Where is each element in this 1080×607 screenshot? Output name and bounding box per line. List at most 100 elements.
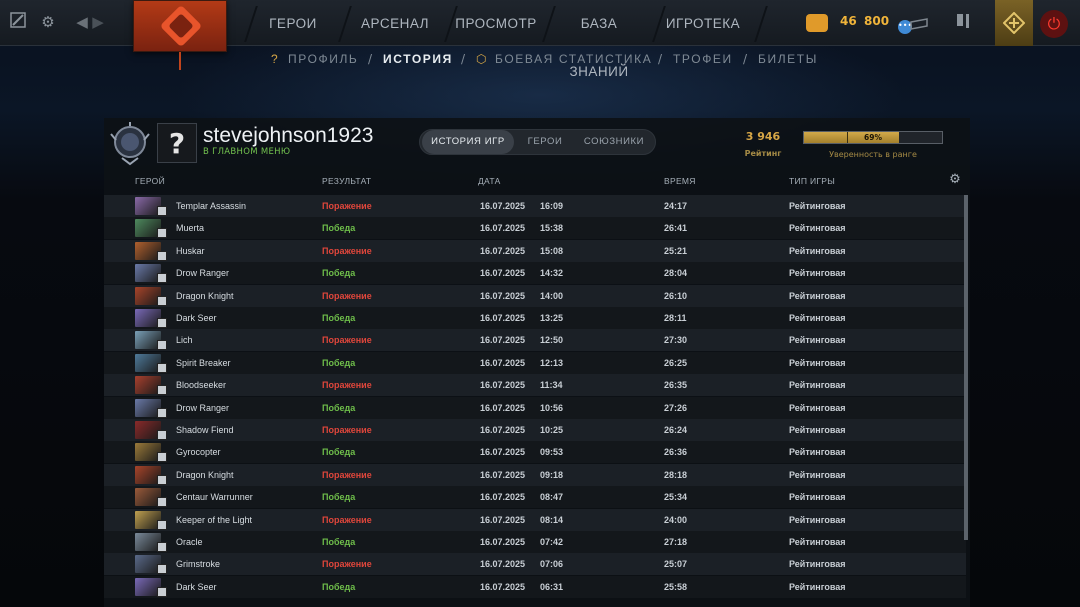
table-settings-gear-icon[interactable]: ⚙ xyxy=(948,173,962,187)
plus-subscription-icon[interactable] xyxy=(995,0,1033,46)
hero-name: Drow Ranger xyxy=(176,268,230,279)
tab-match-history[interactable]: ИСТОРИЯ ИГР xyxy=(422,130,514,154)
match-result: Поражение xyxy=(322,559,372,570)
trophy-icon[interactable] xyxy=(952,12,976,32)
nav-arcade[interactable]: ИГРОТЕКА xyxy=(662,0,744,46)
column-header-game-mode[interactable]: ТИП ИГРЫ xyxy=(789,176,835,186)
tab-heroes[interactable]: ГЕРОИ xyxy=(518,130,572,154)
settings-gear-icon[interactable]: ⚙ xyxy=(38,12,58,32)
game-mode: Рейтинговая xyxy=(789,223,846,234)
column-header-duration[interactable]: ВРЕМЯ xyxy=(664,176,696,186)
hero-name: Keeper of the Light xyxy=(176,514,253,525)
subnav-separator: / xyxy=(461,52,466,66)
scrollbar-thumb[interactable] xyxy=(964,195,968,540)
table-row[interactable]: Gyrocopter Победа 16.07.2025 09:53 26:36 Рейт… xyxy=(104,441,966,464)
game-mode: Рейтинговая xyxy=(789,492,846,503)
avatar[interactable]: ? xyxy=(157,123,197,163)
nav-watch[interactable]: ПРОСМОТР xyxy=(454,0,538,46)
match-date: 16.07.2025 xyxy=(480,223,526,234)
table-row[interactable]: Shadow Fiend Поражение 16.07.2025 10:25 26:2… xyxy=(104,419,966,441)
subnav-combat-stats[interactable]: БОЕВАЯ СТАТИСТИКА xyxy=(495,52,652,70)
currency-primary: 46 xyxy=(840,14,857,28)
game-mode: Рейтинговая xyxy=(789,335,846,346)
match-date: 16.07.2025 xyxy=(480,357,526,368)
game-mode: Рейтинговая xyxy=(789,290,846,301)
hero-role-icon xyxy=(157,295,167,306)
power-icon[interactable]: ⏻ xyxy=(1040,10,1068,38)
table-row[interactable]: Bloodseeker Поражение 16.07.2025 11:34 26:35… xyxy=(104,374,966,397)
match-duration: 26:41 xyxy=(664,223,688,234)
column-header-hero[interactable]: ГЕРОЙ xyxy=(135,176,165,186)
game-mode: Рейтинговая xyxy=(789,380,846,391)
username: stevejohnson1923 xyxy=(203,124,374,147)
hero-name: Gyrocopter xyxy=(176,447,221,458)
hero-role-icon xyxy=(157,385,167,396)
match-result: Победа xyxy=(322,313,356,323)
match-date: 16.07.2025 xyxy=(480,537,526,547)
column-header-date[interactable]: ДАТА xyxy=(478,176,501,186)
chat-icon[interactable]: ••• xyxy=(898,18,928,34)
match-start-time: 12:50 xyxy=(540,335,564,346)
currency-secondary: 800 xyxy=(864,14,890,28)
table-row[interactable]: Muerta Победа 16.07.2025 15:38 26:41 Рейтинго… xyxy=(104,217,966,240)
subnav-separator: / xyxy=(743,52,748,66)
dota-shortcut-icon[interactable] xyxy=(8,12,28,32)
tab-allies[interactable]: СОЮЗНИКИ xyxy=(576,130,652,154)
table-row[interactable]: Dragon Knight Поражение 16.07.2025 14:00 26:… xyxy=(104,284,966,307)
table-row[interactable]: Oracle Победа 16.07.2025 07:42 27:18 Рейтинго… xyxy=(104,531,966,553)
nav-armory[interactable]: АРСЕНАЛ xyxy=(350,0,440,46)
match-result: Победа xyxy=(322,492,356,503)
match-result: Победа xyxy=(322,447,356,458)
table-row[interactable]: Dark Seer Победа 16.07.2025 06:31 25:58 Рейти… xyxy=(104,575,966,598)
hero-role-icon xyxy=(157,452,167,463)
shards-icon xyxy=(806,14,828,32)
match-duration: 26:10 xyxy=(664,290,688,301)
scrollbar[interactable] xyxy=(964,195,968,540)
table-row[interactable]: Huskar Поражение 16.07.2025 15:08 25:21 Рейти… xyxy=(104,239,966,262)
rating-label: Рейтинг xyxy=(744,149,782,158)
combat-stats-icon: ⬡ xyxy=(476,52,489,66)
match-start-time: 16:09 xyxy=(540,201,564,211)
table-row[interactable]: Dragon Knight Поражение 16.07.2025 09:18 28:… xyxy=(104,463,966,486)
subnav-profile[interactable]: ПРОФИЛЬ xyxy=(288,52,358,70)
hero-role-icon xyxy=(157,474,167,485)
table-row[interactable]: Drow Ranger Победа 16.07.2025 14:32 28:04 Рей… xyxy=(104,262,966,285)
hero-name: Muerta xyxy=(176,223,205,234)
match-result: Поражение xyxy=(322,290,372,301)
match-duration: 24:17 xyxy=(664,201,688,211)
match-start-time: 14:32 xyxy=(540,268,564,279)
table-row[interactable]: Centaur Warrunner Победа 16.07.2025 08:47 25… xyxy=(104,486,966,509)
subnav-trophies[interactable]: ТРОФЕИ xyxy=(673,52,733,70)
table-row[interactable]: Grimstroke Поражение 16.07.2025 07:06 25:07 Р… xyxy=(104,553,966,576)
match-duration: 28:18 xyxy=(664,469,688,480)
hero-name: Dragon Knight xyxy=(176,469,234,480)
hero-name: Lich xyxy=(176,335,193,346)
dota-logo[interactable] xyxy=(133,0,227,52)
subnav-history[interactable]: ИСТОРИЯ xyxy=(383,52,453,70)
hero-name: Bloodseeker xyxy=(176,380,227,391)
match-duration: 25:34 xyxy=(664,492,688,503)
hero-name: Shadow Fiend xyxy=(176,425,234,435)
match-date: 16.07.2025 xyxy=(480,447,526,458)
match-duration: 27:26 xyxy=(664,402,688,413)
game-mode: Рейтинговая xyxy=(789,268,846,279)
player-status: В ГЛАВНОМ МЕНЮ xyxy=(203,147,291,157)
match-duration: 25:07 xyxy=(664,559,688,570)
forward-arrow-icon[interactable]: ▶ xyxy=(88,12,108,32)
table-row[interactable]: Templar Assassin Поражение 16.07.2025 16:09… xyxy=(104,195,966,217)
table-row[interactable]: Dark Seer Победа 16.07.2025 13:25 28:11 Рейти… xyxy=(104,307,966,329)
subnav-tickets[interactable]: БИЛЕТЫ xyxy=(758,52,818,70)
match-result: Победа xyxy=(322,581,356,592)
match-start-time: 10:56 xyxy=(540,402,564,413)
table-row[interactable]: Lich Поражение 16.07.2025 12:50 27:30 Рейтинг… xyxy=(104,329,966,352)
nav-knowledge-base[interactable]: БАЗА ЗНАНИЙ xyxy=(550,0,648,79)
rating-value: 3 946 xyxy=(745,130,781,143)
table-row[interactable]: Drow Ranger Победа 16.07.2025 10:56 27:26 Рей… xyxy=(104,396,966,419)
nav-heroes[interactable]: ГЕРОИ xyxy=(258,0,328,46)
column-header-result[interactable]: РЕЗУЛЬТАТ xyxy=(322,176,371,186)
hero-role-icon xyxy=(157,228,167,239)
table-row[interactable]: Spirit Breaker Победа 16.07.2025 12:13 26:25… xyxy=(104,351,966,374)
match-duration: 26:24 xyxy=(664,425,688,435)
match-start-time: 11:34 xyxy=(540,380,563,391)
table-row[interactable]: Keeper of the Light Поражение 16.07.2025 08… xyxy=(104,508,966,531)
